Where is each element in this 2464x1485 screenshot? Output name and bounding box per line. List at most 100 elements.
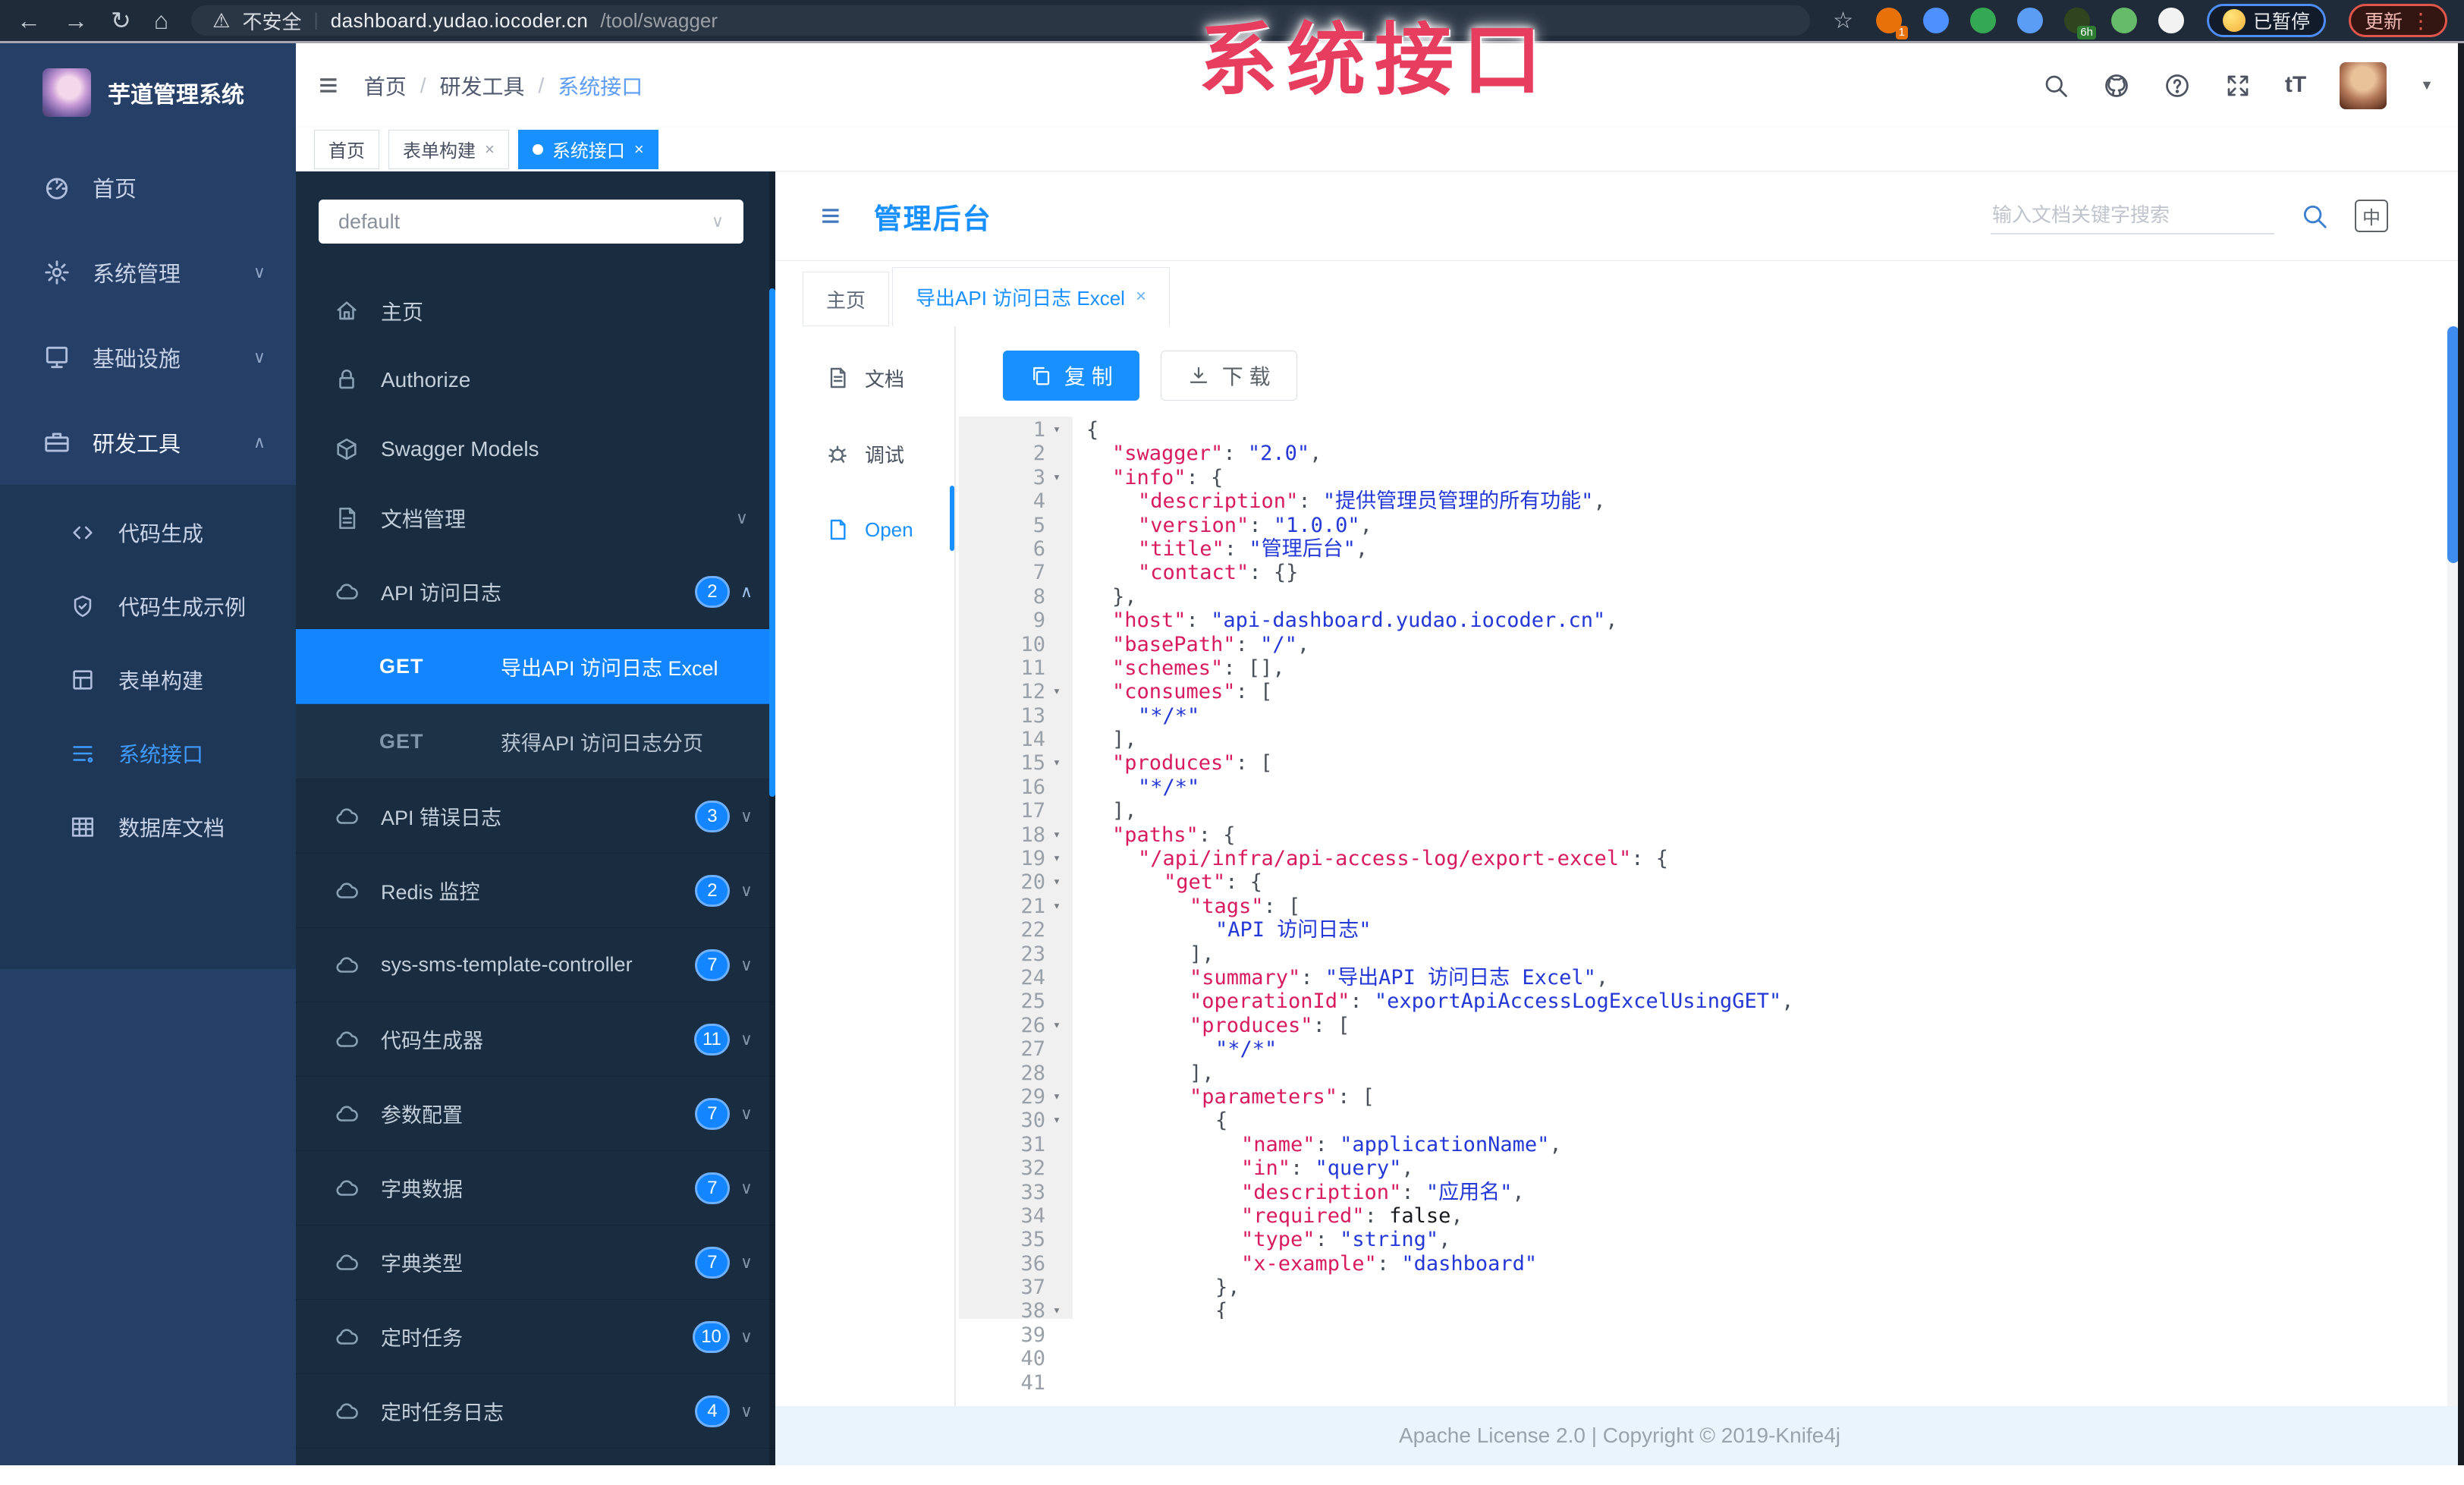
- sidebar-subitem-system-api[interactable]: 系统接口: [0, 716, 296, 790]
- ext-green-leaf[interactable]: [2110, 8, 2137, 33]
- fold-icon[interactable]: ▾: [1045, 1014, 1068, 1037]
- chevron-down-icon: ∨: [253, 348, 266, 367]
- api-group-select[interactable]: default ∨: [319, 200, 743, 244]
- tag-表单构建[interactable]: 表单构建 ×: [388, 129, 509, 169]
- collapse-sidebar-icon[interactable]: ≡: [319, 68, 338, 102]
- swagger-nav-文档管理[interactable]: 文档管理 ∨: [296, 483, 775, 552]
- sidebar-item-infra[interactable]: 基础设施 ∨: [0, 315, 296, 400]
- sidebar-menu: 首页 系统管理 ∨ 基础设施 ∨ 研发工具 ∧: [0, 145, 296, 485]
- swagger-nav-Authorize[interactable]: Authorize: [296, 345, 775, 414]
- api-group[interactable]: 定时任务日志 4 ∨: [296, 1374, 775, 1449]
- home-icon[interactable]: ⌂: [154, 8, 168, 33]
- breadcrumb-item[interactable]: 首页: [364, 71, 407, 101]
- swagger-scrollbar[interactable]: [769, 171, 775, 1465]
- fold-icon[interactable]: ▾: [1045, 418, 1068, 442]
- api-group[interactable]: 参数配置 7 ∨: [296, 1077, 775, 1151]
- swagger-nav-Swagger Models[interactable]: Swagger Models: [296, 414, 775, 483]
- download-button[interactable]: 下 载: [1160, 351, 1297, 401]
- fold-icon[interactable]: ▾: [1045, 870, 1068, 894]
- api-endpoint[interactable]: GET 获得API 访问日志分页: [296, 704, 775, 779]
- side-tab-调试[interactable]: 调试: [775, 429, 954, 478]
- breadcrumb-item[interactable]: 系统接口: [558, 71, 643, 101]
- tag-系统接口[interactable]: 系统接口 ×: [517, 129, 658, 169]
- code-line: ],: [1190, 1061, 1215, 1085]
- ext-white-star[interactable]: [2158, 8, 2184, 33]
- fold-icon[interactable]: ▾: [1045, 895, 1068, 918]
- help-icon[interactable]: [2164, 72, 2191, 99]
- ext-blue-drop[interactable]: [1922, 8, 1949, 33]
- side-tab-Open[interactable]: Open: [775, 505, 954, 554]
- ext-orange[interactable]: 1: [1875, 8, 1908, 39]
- fontsize-icon[interactable]: tT: [2285, 72, 2306, 99]
- update-browser-button[interactable]: 更新 ⋮: [2348, 4, 2447, 37]
- sidebar-item-devtools[interactable]: 研发工具 ∧: [0, 400, 296, 485]
- doc-search-input[interactable]: [1991, 197, 2274, 234]
- sidebar-item-home[interactable]: 首页: [0, 145, 296, 230]
- doc-icon: [825, 366, 850, 390]
- fold-icon[interactable]: ▾: [1045, 823, 1068, 847]
- json-editor[interactable]: 1▾2▾3▾4▾5▾6▾7▾8▾9▾10▾11▾12▾13▾14▾15▾16▾1…: [959, 417, 2449, 1395]
- chevron-down-icon[interactable]: ▼: [2420, 77, 2434, 93]
- search-icon[interactable]: [2300, 202, 2329, 231]
- github-icon[interactable]: [2103, 72, 2130, 99]
- ext-green-ring[interactable]: [1969, 8, 1996, 33]
- side-tab-文档[interactable]: 文档: [775, 354, 954, 402]
- cloud-icon: [334, 1324, 360, 1350]
- search-icon[interactable]: [2042, 72, 2070, 99]
- api-group[interactable]: 字典数据 7 ∨: [296, 1151, 775, 1225]
- fold-icon[interactable]: ▾: [1045, 466, 1068, 489]
- api-endpoint[interactable]: GET 导出API 访问日志 Excel: [296, 629, 775, 704]
- swagger-nav-主页[interactable]: 主页: [296, 276, 775, 345]
- sidebar-subitem-form-builder[interactable]: 表单构建: [0, 643, 296, 716]
- address-bar[interactable]: ⚠ 不安全 | dashboard.yudao.iocoder.cn/tool/…: [191, 5, 1811, 36]
- reload-icon[interactable]: ↻: [111, 8, 131, 33]
- bookmark-star-icon[interactable]: ☆: [1833, 8, 1853, 34]
- sidebar-item-system[interactable]: 系统管理 ∨: [0, 230, 296, 315]
- close-icon[interactable]: ×: [1136, 286, 1146, 307]
- horizontal-scrollbar-strip[interactable]: [0, 1465, 2464, 1485]
- fold-icon[interactable]: ▾: [1045, 680, 1068, 703]
- language-toggle-icon[interactable]: 中: [2355, 200, 2388, 232]
- api-group[interactable]: 字典类型 7 ∨: [296, 1225, 775, 1300]
- fullscreen-icon[interactable]: [2224, 72, 2252, 99]
- api-group[interactable]: API 访问日志 2 ∧: [296, 555, 775, 629]
- close-icon[interactable]: ×: [634, 140, 644, 159]
- fold-icon[interactable]: ▾: [1045, 751, 1068, 775]
- tag-首页[interactable]: 首页: [314, 129, 379, 169]
- avatar[interactable]: [2340, 61, 2387, 109]
- fold-icon[interactable]: ▾: [1045, 1085, 1068, 1109]
- ext-dark[interactable]: 6h: [2063, 8, 2096, 39]
- copy-button[interactable]: 复 制: [1003, 351, 1139, 401]
- close-icon[interactable]: ×: [485, 140, 495, 159]
- chevron-down-icon: ∨: [735, 508, 748, 527]
- paused-extension-badge[interactable]: 已暂停: [2206, 4, 2326, 37]
- api-group[interactable]: API 错误日志 3 ∨: [296, 779, 775, 854]
- fold-icon[interactable]: ▾: [1045, 1109, 1068, 1132]
- code-line: "consumes": [: [1112, 680, 1273, 704]
- api-group[interactable]: Redis 监控 2 ∨: [296, 854, 775, 928]
- editor-code: {"swagger": "2.0", "info": {"description"…: [1073, 417, 2449, 1319]
- fold-icon[interactable]: ▾: [1045, 847, 1068, 870]
- api-group[interactable]: 定时任务 10 ∨: [296, 1300, 775, 1374]
- ext-blue-grid[interactable]: [2016, 8, 2043, 33]
- doc-tab-主页[interactable]: 主页: [803, 272, 890, 326]
- code-line: "required": false,: [1241, 1203, 1463, 1228]
- api-group[interactable]: 岗位∨: [296, 1449, 775, 1465]
- browser-menu-icon[interactable]: ⋮: [2410, 8, 2431, 33]
- sidebar-subitem-label: 数据库文档: [118, 816, 225, 840]
- api-group[interactable]: 代码生成器 11 ∨: [296, 1002, 775, 1077]
- forward-icon[interactable]: →: [64, 8, 88, 33]
- sidebar-subitem-db-doc[interactable]: 数据库文档: [0, 790, 296, 864]
- breadcrumb-item[interactable]: 研发工具: [439, 71, 524, 101]
- sidebar-subitem-codegen-demo[interactable]: 代码生成示例: [0, 569, 296, 643]
- fold-icon[interactable]: ▾: [1045, 1299, 1068, 1323]
- doc-tab-导出API 访问日志 Excel[interactable]: 导出API 访问日志 Excel ×: [892, 267, 1170, 326]
- file-icon: [825, 518, 850, 542]
- collapse-doc-menu-icon[interactable]: ≡: [821, 199, 841, 233]
- chevron-down-icon: ∨: [740, 1401, 753, 1421]
- editor-gutter: 1▾2▾3▾4▾5▾6▾7▾8▾9▾10▾11▾12▾13▾14▾15▾16▾1…: [959, 417, 1073, 1395]
- app-logo-row[interactable]: 芋道管理系统: [0, 43, 296, 119]
- api-group[interactable]: sys-sms-template-controller 7 ∨: [296, 928, 775, 1002]
- back-icon[interactable]: ←: [17, 8, 41, 33]
- sidebar-subitem-codegen[interactable]: 代码生成: [0, 496, 296, 569]
